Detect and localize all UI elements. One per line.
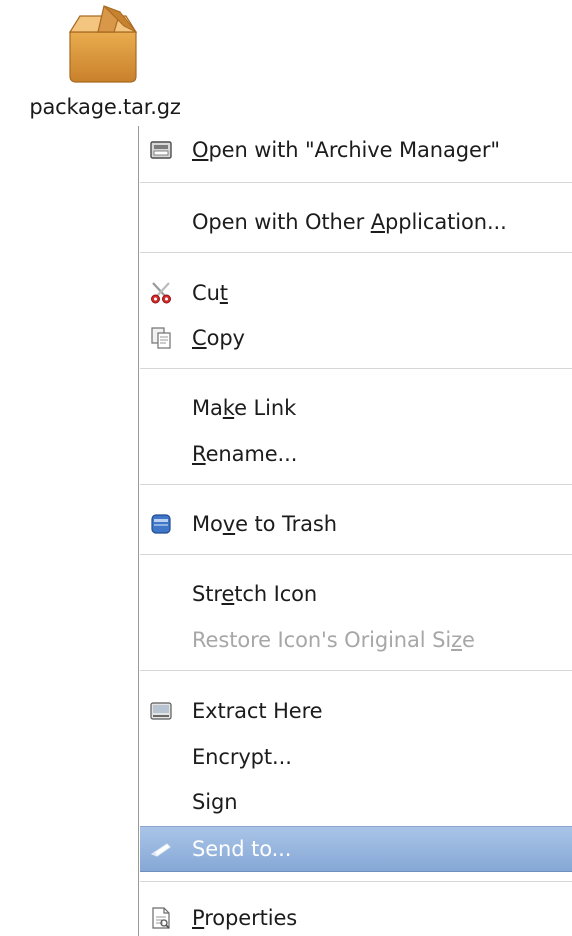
menu-separator: [140, 368, 572, 369]
menu-separator: [140, 484, 572, 485]
menu-item-restore-icon-size: Restore Icon's Original Size: [192, 628, 475, 652]
menu-item-sign[interactable]: Sign: [140, 780, 572, 824]
menu-item-move-to-trash[interactable]: Move to Trash: [140, 502, 572, 546]
archive-manager-icon: [149, 138, 173, 162]
menu-item-properties[interactable]: Properties: [140, 896, 572, 936]
send-to-icon: [149, 837, 173, 861]
trash-icon: [149, 512, 173, 536]
menu-separator: [140, 252, 572, 253]
menu-item-copy[interactable]: Copy: [140, 316, 572, 360]
menu-separator: [140, 670, 572, 671]
menu-item-cut[interactable]: Cut: [140, 271, 572, 315]
menu-separator: [140, 554, 572, 555]
extract-icon: [149, 699, 173, 723]
menu-item-open-other-application[interactable]: Open with Other Application...: [140, 200, 572, 244]
properties-icon: [149, 906, 173, 930]
package-icon[interactable]: [64, 2, 142, 86]
scissors-icon: [149, 281, 173, 305]
menu-item-encrypt[interactable]: Encrypt...: [140, 735, 572, 779]
menu-separator: [140, 182, 572, 183]
menu-item-rename[interactable]: Rename...: [140, 432, 572, 476]
copy-icon: [149, 326, 173, 350]
file-name-label[interactable]: package.tar.gz: [0, 95, 210, 119]
menu-separator: [140, 881, 572, 882]
menu-item-open-archive-manager[interactable]: Open with "Archive Manager": [140, 128, 572, 172]
desktop: package.tar.gz Open with "Archive Manage…: [0, 0, 572, 936]
menu-item-extract-here[interactable]: Extract Here: [140, 689, 572, 733]
context-menu: Open with "Archive Manager" Open with Ot…: [138, 126, 572, 936]
menu-item-send-to[interactable]: Send to...: [140, 826, 572, 872]
menu-item-stretch-icon[interactable]: Stretch Icon: [140, 572, 572, 616]
menu-item-make-link[interactable]: Make Link: [140, 386, 572, 430]
